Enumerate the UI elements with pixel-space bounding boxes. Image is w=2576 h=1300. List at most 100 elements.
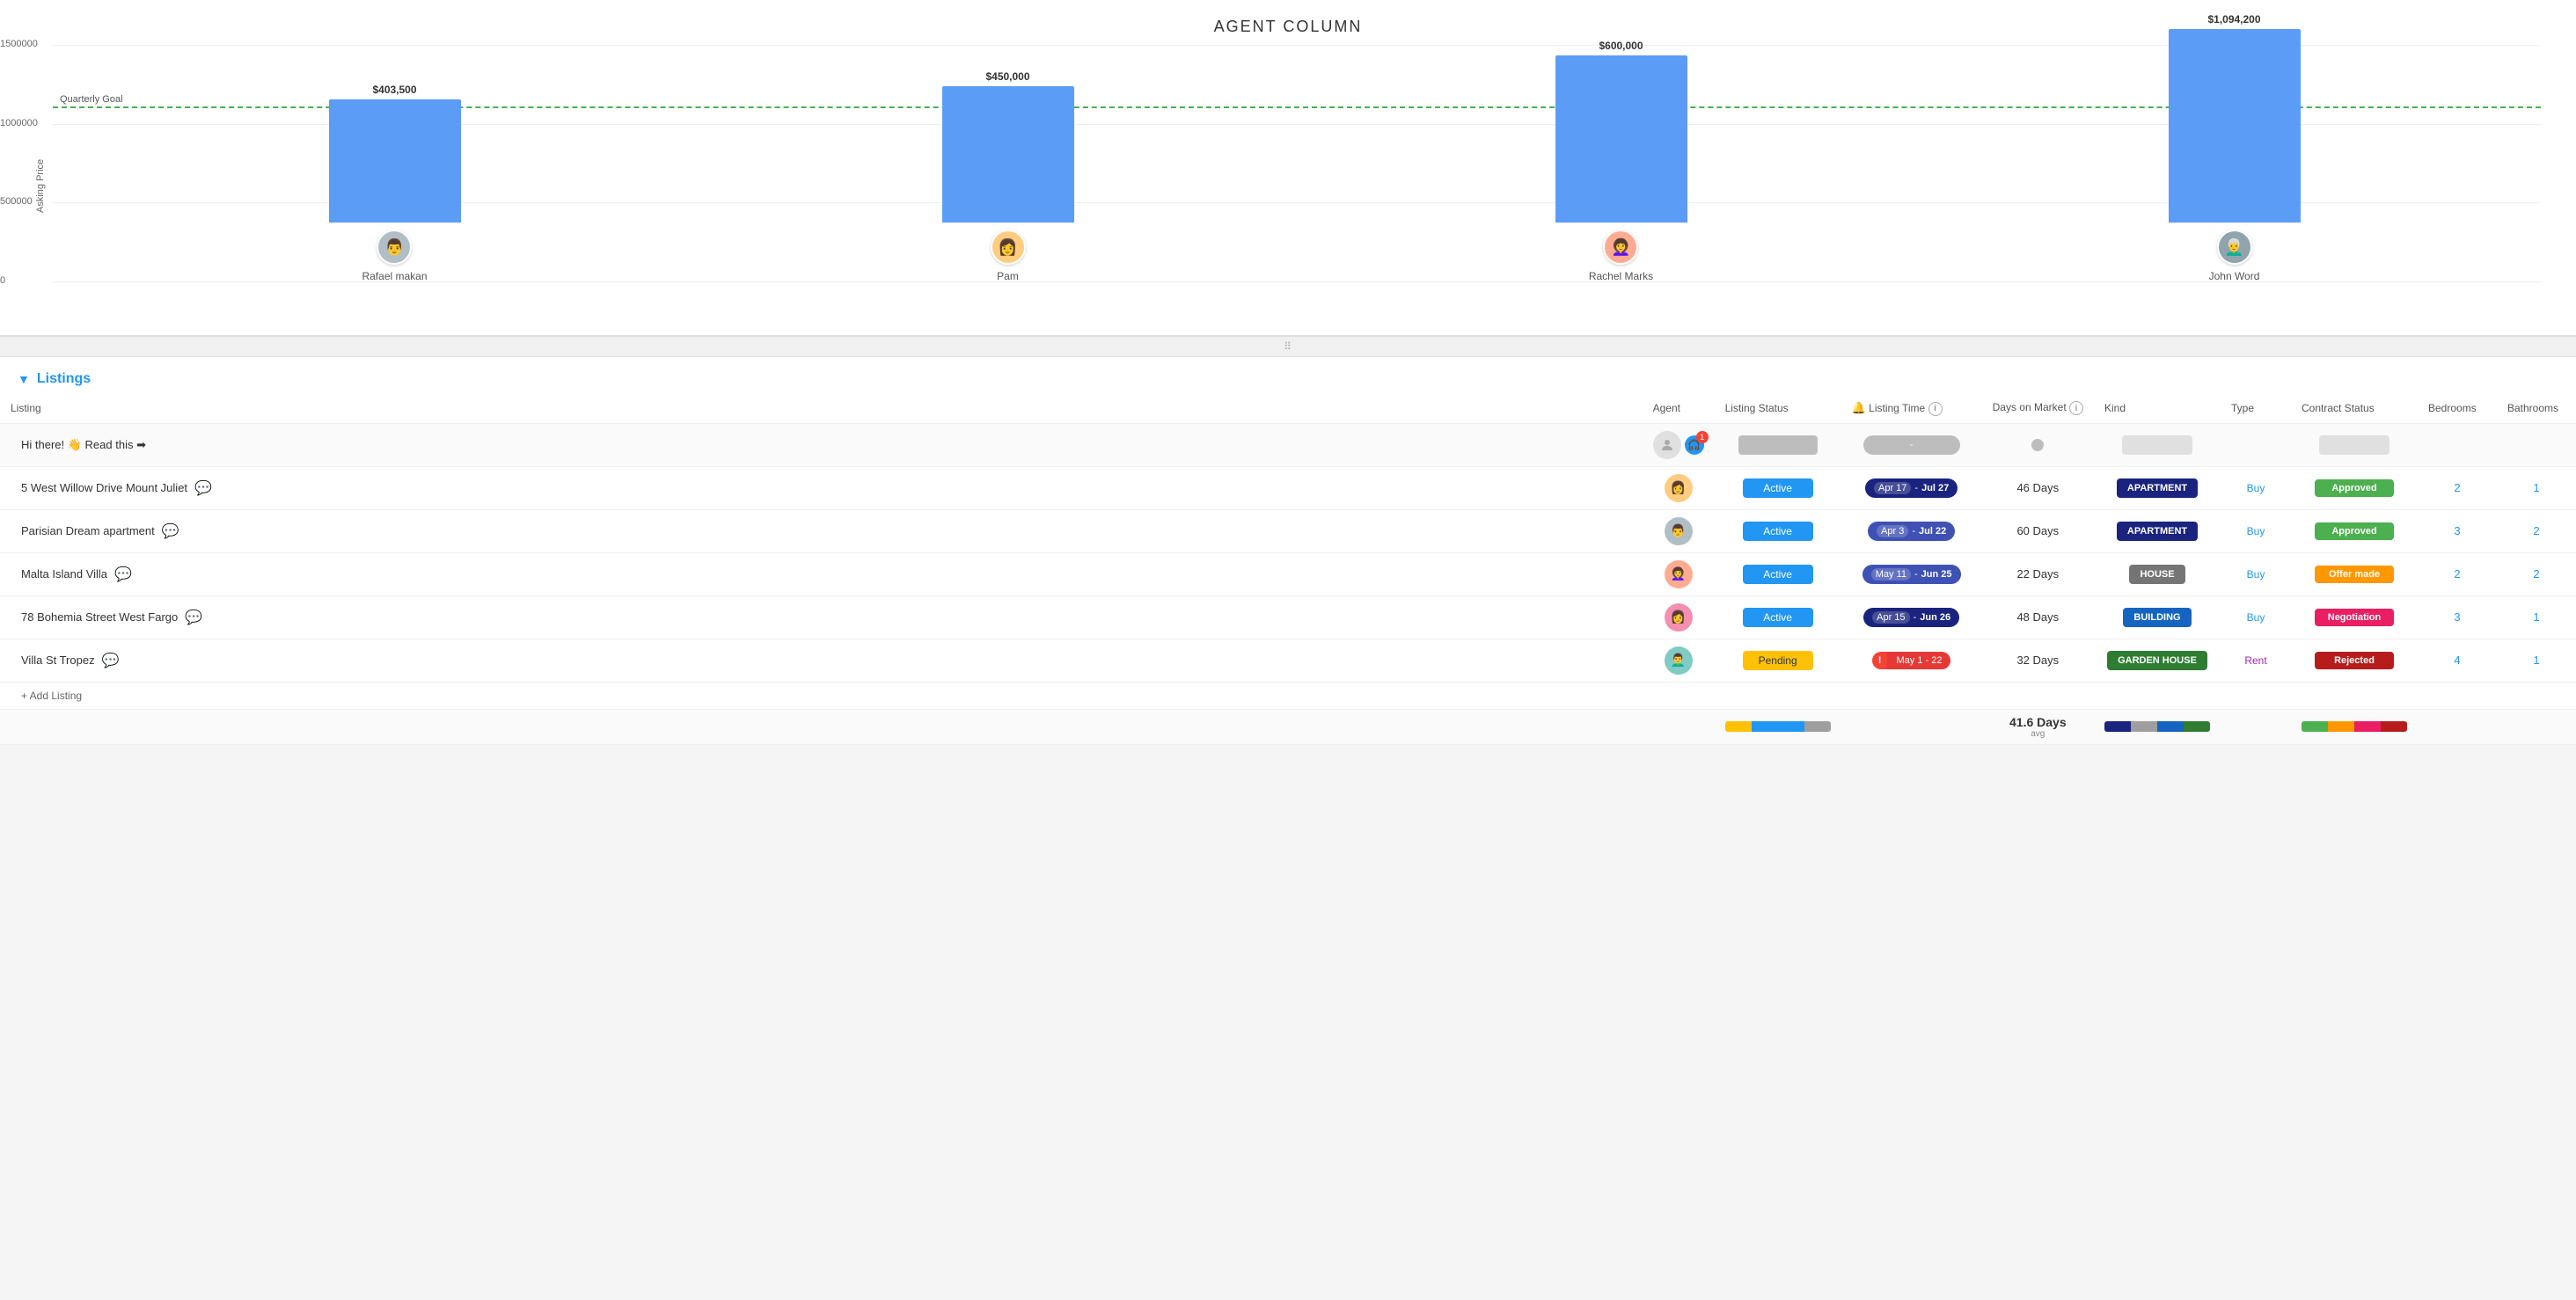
bar-avatar-john: 👨‍🦳 John Word bbox=[2209, 230, 2260, 282]
agent-name-john: John Word bbox=[2209, 270, 2260, 282]
listing-row-2: Parisian Dream apartment 💬 👨 Active Apr … bbox=[0, 509, 2576, 552]
time-cell-3: May 11 - Jun 25 bbox=[1841, 552, 1982, 595]
type-link-5[interactable]: Rent bbox=[2244, 654, 2266, 667]
days-market-info-icon[interactable]: i bbox=[2069, 401, 2083, 415]
add-listing-cell: + Add Listing bbox=[0, 682, 2576, 709]
status-cell-3: Active bbox=[1715, 552, 1841, 595]
status-cell-4: Active bbox=[1715, 595, 1841, 639]
bar-value-rachel: $600,000 bbox=[1599, 40, 1643, 52]
kind-cell-2: Apartment bbox=[2094, 509, 2221, 552]
summary-days-cell: 41.6 Days avg bbox=[1982, 709, 2094, 744]
type-cell-5: Rent bbox=[2221, 639, 2291, 682]
drag-dots-icon: ⠿ bbox=[1284, 340, 1292, 353]
time-badge-2: Apr 3 - Jul 22 bbox=[1868, 522, 1955, 541]
contract-cell-1: Approved bbox=[2291, 466, 2418, 509]
hi-time-cell: - bbox=[1841, 423, 1982, 466]
chat-icon-3[interactable]: 💬 bbox=[114, 566, 132, 583]
exclaim-text: May 1 - 22 bbox=[1887, 652, 1950, 669]
listing-row-3: Malta Island Villa 💬 👩‍🦱 Active May 11 -… bbox=[0, 552, 2576, 595]
days-cell-3: 22 Days bbox=[1982, 552, 2094, 595]
beds-value-5: 4 bbox=[2454, 654, 2460, 667]
listing-row-1: 5 West Willow Drive Mount Juliet 💬 👩 Act… bbox=[0, 466, 2576, 509]
contract-bar-green bbox=[2302, 721, 2328, 732]
agent-avatar-5: 👨‍🦱 bbox=[1665, 646, 1693, 675]
headphone-badge[interactable]: 🎧 bbox=[1685, 435, 1704, 455]
col-header-days: Days on Market i bbox=[1982, 394, 2094, 423]
bar-group-pam: $450,000 👩 Pam bbox=[929, 70, 1087, 282]
bar-value-john: $1,094,200 bbox=[2207, 13, 2260, 26]
hi-there-inner: Hi there! 👋 Read this ➡ bbox=[11, 438, 1632, 452]
listing-name-cell-3: Malta Island Villa 💬 bbox=[0, 552, 1643, 595]
chat-icon-2[interactable]: 💬 bbox=[162, 522, 179, 540]
listing-row-5: Villa St Tropez 💬 👨‍🦱 Pending ! May 1 - … bbox=[0, 639, 2576, 682]
time-start-2: Apr 3 bbox=[1877, 525, 1908, 537]
time-cell-2: Apr 3 - Jul 22 bbox=[1841, 509, 1982, 552]
time-badge-5: ! May 1 - 22 bbox=[1872, 652, 1951, 669]
kind-cell-4: Building bbox=[2094, 595, 2221, 639]
chart-inner: 1500000 1000000 500000 0 Quarterly Goal bbox=[53, 45, 2541, 326]
col-header-type: Type bbox=[2221, 394, 2291, 423]
status-cell-2: Active bbox=[1715, 509, 1841, 552]
listing-inner-4: 78 Bohemia Street West Fargo 💬 bbox=[11, 609, 1632, 626]
hi-contract-cell bbox=[2291, 423, 2418, 466]
summary-status-bar bbox=[1715, 709, 1841, 744]
type-link-2[interactable]: Buy bbox=[2247, 525, 2265, 537]
kind-badge-5: Garden house bbox=[2107, 651, 2207, 670]
listing-time-info-icon[interactable]: i bbox=[1928, 402, 1943, 416]
agent-cell-5: 👨‍🦱 bbox=[1643, 639, 1715, 682]
col-header-listing[interactable]: Listing bbox=[0, 394, 1643, 423]
chat-icon-4[interactable]: 💬 bbox=[185, 609, 202, 626]
kind-bar-darkblue bbox=[2104, 721, 2131, 732]
type-link-1[interactable]: Buy bbox=[2247, 482, 2265, 494]
type-link-3[interactable]: Buy bbox=[2247, 568, 2265, 581]
listings-chevron-icon[interactable]: ▼ bbox=[18, 372, 30, 386]
listing-inner-5: Villa St Tropez 💬 bbox=[11, 652, 1632, 669]
contract-bar-darkred bbox=[2381, 721, 2407, 732]
kind-cell-1: Apartment bbox=[2094, 466, 2221, 509]
avatar-rafael: 👨 bbox=[377, 230, 412, 265]
contract-cell-2: Approved bbox=[2291, 509, 2418, 552]
baths-cell-2: 2 bbox=[2497, 509, 2576, 552]
hi-avatar bbox=[1653, 431, 1681, 459]
contract-color-bar bbox=[2302, 721, 2407, 732]
type-link-4[interactable]: Buy bbox=[2247, 611, 2265, 624]
bar-rachel bbox=[1555, 55, 1687, 223]
agent-name-pam: Pam bbox=[997, 270, 1019, 282]
kind-bar-mid bbox=[2157, 721, 2184, 732]
time-end-4: Jun 26 bbox=[1920, 612, 1950, 623]
bar-avatar-rachel: 👩‍🦱 Rachel Marks bbox=[1589, 230, 1653, 282]
summary-contract-bar bbox=[2291, 709, 2418, 744]
hi-kind-cell bbox=[2094, 423, 2221, 466]
contract-cell-3: Offer made bbox=[2291, 552, 2418, 595]
col-header-status: Listing Status bbox=[1715, 394, 1841, 423]
time-end-2: Jul 22 bbox=[1919, 526, 1946, 537]
agent-avatar-3: 👩‍🦱 bbox=[1665, 560, 1693, 588]
add-listing-button[interactable]: + Add Listing bbox=[21, 690, 82, 702]
col-header-kind: Kind bbox=[2094, 394, 2221, 423]
drag-handle[interactable]: ⠿ bbox=[0, 336, 2576, 357]
baths-value-3: 2 bbox=[2533, 567, 2539, 581]
baths-value-5: 1 bbox=[2533, 654, 2539, 667]
listing-inner-2: Parisian Dream apartment 💬 bbox=[11, 522, 1632, 540]
listing-text-3: Malta Island Villa bbox=[21, 567, 107, 581]
bar-avatar-rafael: 👨 Rafael makan bbox=[362, 230, 427, 282]
chat-icon-5[interactable]: 💬 bbox=[102, 652, 120, 669]
time-start-3: May 11 bbox=[1871, 568, 1911, 581]
hi-agent-cell: 🎧 bbox=[1643, 423, 1715, 466]
chat-icon-1[interactable]: 💬 bbox=[194, 479, 212, 497]
summary-empty-1 bbox=[0, 709, 1643, 744]
bell-icon: 🔔 bbox=[1852, 401, 1866, 414]
kind-badge-3: House bbox=[2129, 565, 2184, 584]
hi-there-cell: Hi there! 👋 Read this ➡ bbox=[0, 423, 1643, 466]
bar-avatar-pam: 👩 Pam bbox=[991, 230, 1026, 282]
add-listing-row: + Add Listing bbox=[0, 682, 2576, 709]
col-header-contract: Contract Status bbox=[2291, 394, 2418, 423]
bar-rafael bbox=[329, 99, 461, 223]
agent-cell-3: 👩‍🦱 bbox=[1643, 552, 1715, 595]
days-cell-2: 60 Days bbox=[1982, 509, 2094, 552]
baths-value-4: 1 bbox=[2533, 610, 2539, 624]
hi-beds-cell bbox=[2418, 423, 2497, 466]
table-header-row: ▼ Listings bbox=[0, 357, 2576, 394]
days-value-2: 60 Days bbox=[2016, 524, 2059, 537]
summary-empty-2 bbox=[1643, 709, 1715, 744]
